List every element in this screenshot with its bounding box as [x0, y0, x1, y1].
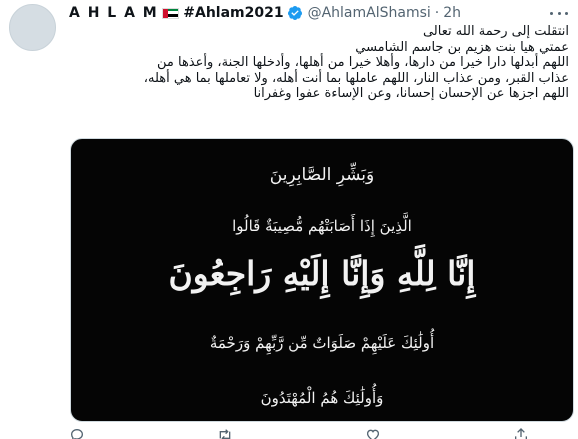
hashtag-link[interactable]: #Ahlam2021 — [183, 5, 283, 21]
tweet-actions — [69, 428, 569, 439]
tweet[interactable]: A H L A M #Ahlam2021 @AhlamAlShamsi · 2h… — [0, 0, 578, 439]
verified-badge-icon — [287, 6, 302, 20]
tweet-text: انتقلت إلى رحمة الله تعالى عمتي هيا بنت … — [69, 24, 569, 102]
reply-button[interactable] — [69, 428, 85, 439]
share-button[interactable] — [513, 428, 529, 439]
calligraphy-line: أُولَٰئِكَ عَلَيْهِمْ صَلَوَاتٌ مِّن رَّ… — [209, 334, 435, 352]
tweet-text-line: اللهم اجزها عن الإحسان إحسانا، وعن الإسا… — [253, 86, 569, 102]
separator-dot: · — [434, 5, 440, 21]
avatar[interactable] — [9, 4, 56, 51]
retweet-icon — [219, 429, 231, 439]
like-icon — [366, 429, 380, 439]
calligraphy-line: وَبَشِّرِ الصَّابِرِينَ — [269, 165, 375, 185]
display-name[interactable]: A H L A M — [69, 5, 158, 21]
calligraphy-line: الَّذِينَ إِذَا أَصَابَتْهُم مُّصِيبَةٌ … — [232, 217, 412, 235]
author-handle[interactable]: @AhlamAlShamsi — [308, 5, 431, 21]
tweet-text-line: اللهم أبدلها دارا خيرا من دارها، وأهلا خ… — [157, 55, 569, 71]
like-button[interactable] — [365, 428, 381, 439]
calligraphy-line: وَأُولَٰئِكَ هُمُ الْمُهْتَدُونَ — [260, 389, 384, 407]
timestamp[interactable]: 2h — [443, 5, 461, 21]
tweet-text-line: عمتي هيا بنت هزيم بن جاسم الشامسي — [355, 39, 569, 55]
more-options-icon[interactable] — [550, 6, 568, 20]
uae-flag-icon — [162, 7, 180, 19]
tweet-header: A H L A M #Ahlam2021 @AhlamAlShamsi · 2h — [69, 2, 569, 24]
tweet-text-line: عذاب القبر، ومن عذاب النار، اللهم عاملها… — [143, 70, 569, 86]
retweet-button[interactable] — [217, 428, 233, 439]
calligraphy-main-verse: إِنَّا لِلَّهِ وَإِنَّا إِلَيْهِ رَاجِعُ… — [168, 254, 476, 293]
share-icon — [515, 428, 527, 439]
reply-icon — [70, 428, 84, 439]
tweet-text-line: انتقلت إلى رحمة الله تعالى — [422, 24, 569, 39]
tweet-image[interactable]: وَبَشِّرِ الصَّابِرِينَ الَّذِينَ إِذَا … — [70, 138, 574, 422]
